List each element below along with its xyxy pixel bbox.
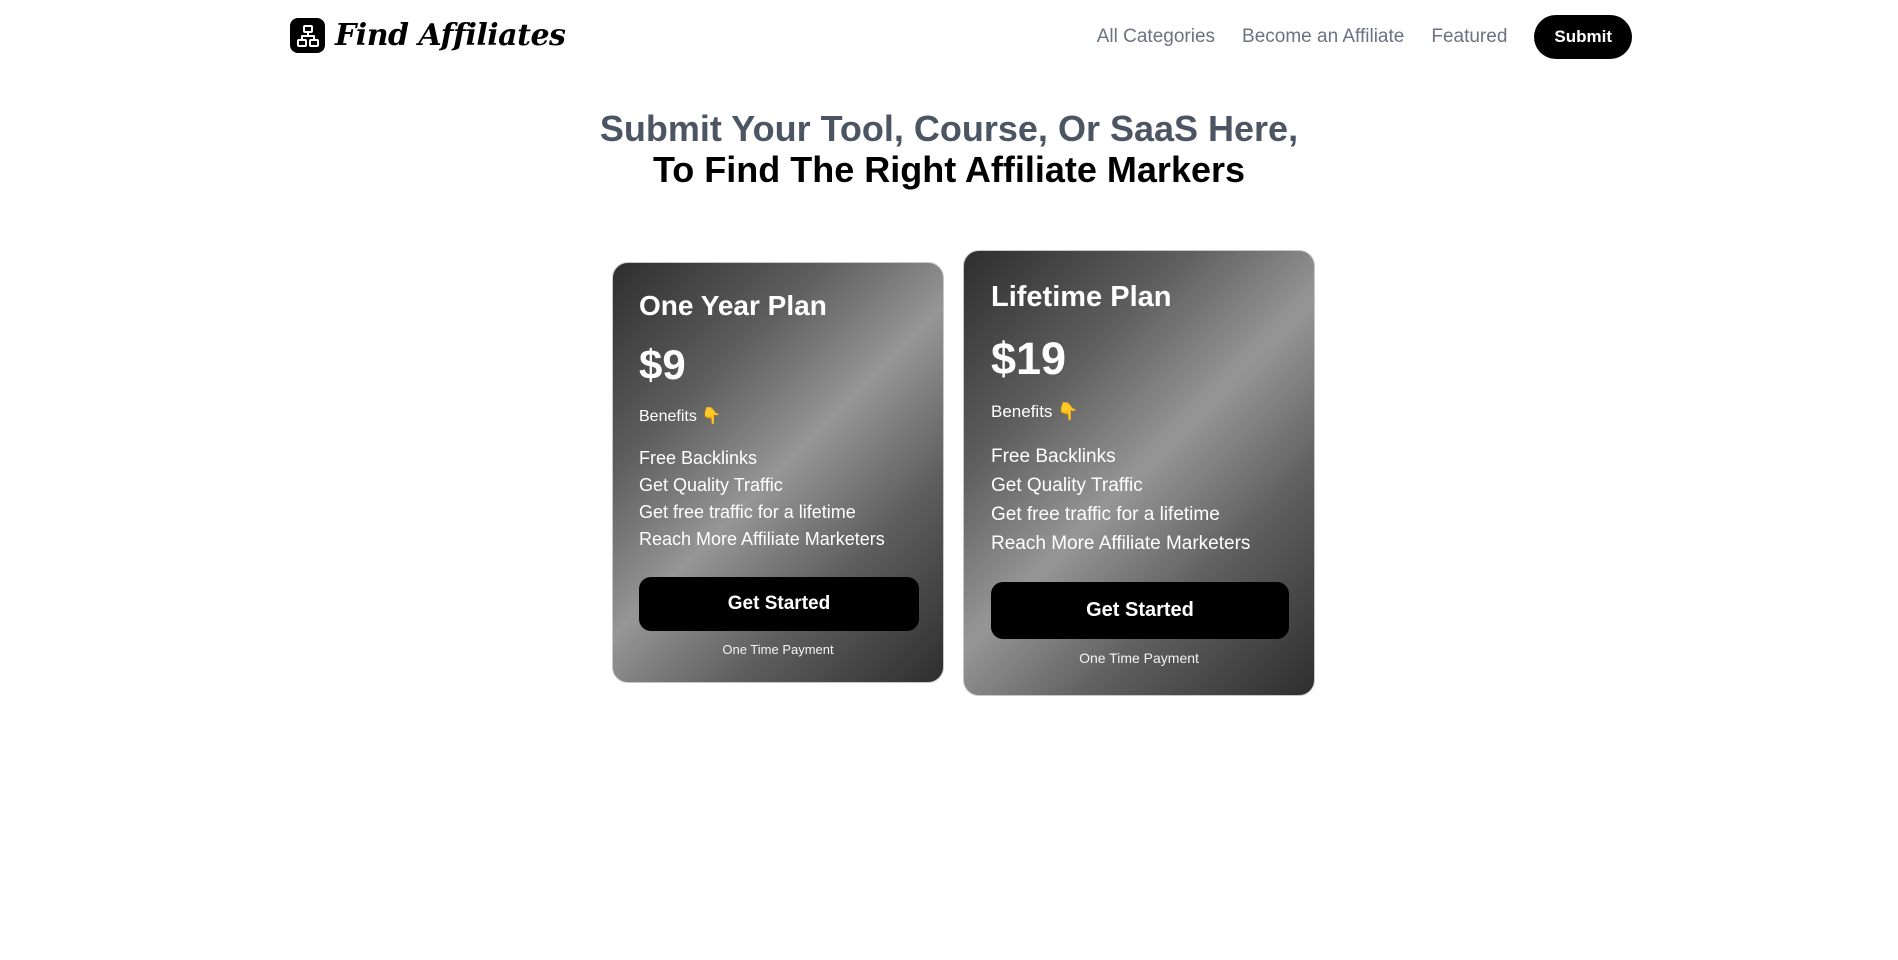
site-header: Find Affiliates All Categories Become an…: [0, 0, 1898, 72]
page-title-line2: To Find The Right Affiliate Markers: [652, 149, 1246, 190]
feature-list: Free Backlinks Get Quality Traffic Get f…: [639, 445, 885, 553]
feature-list: Free Backlinks Get Quality Traffic Get f…: [991, 442, 1250, 558]
logo-link[interactable]: Find Affiliates: [290, 18, 566, 53]
payment-note: One Time Payment: [1079, 650, 1199, 666]
feature-item: Reach More Affiliate Marketers: [639, 529, 885, 549]
plan-title: Lifetime Plan: [991, 281, 1172, 313]
feature-item: Reach More Affiliate Marketers: [991, 533, 1251, 554]
submit-button[interactable]: Submit: [1534, 15, 1632, 59]
sitemap-icon: [290, 18, 325, 53]
benefits-label: Benefits 👇: [991, 402, 1078, 422]
get-started-button[interactable]: Get Started: [639, 577, 919, 631]
feature-item: Free Backlinks: [639, 448, 758, 468]
benefits-text: Benefits: [639, 408, 697, 425]
feature-item: Get free traffic for a lifetime: [991, 504, 1220, 525]
plan-price: $19: [991, 333, 1067, 384]
get-started-button[interactable]: Get Started: [991, 582, 1289, 639]
plan-card-one-year: One Year Plan $9 Benefits 👇 Free Backlin…: [612, 262, 944, 683]
plan-title: One Year Plan: [639, 290, 827, 321]
nav-become-affiliate[interactable]: Become an Affiliate: [1242, 15, 1404, 59]
page-title: Submit Your Tool, Course, Or SaaS Here, …: [0, 108, 1898, 190]
feature-item: Get Quality Traffic: [991, 475, 1143, 496]
nav-all-categories[interactable]: All Categories: [1097, 15, 1215, 59]
pointing-down-icon: 👇: [701, 408, 722, 425]
pointing-down-icon: 👇: [1057, 402, 1079, 421]
page-title-line1: Submit Your Tool, Course, Or SaaS Here,: [599, 108, 1299, 149]
plan-price: $9: [639, 341, 686, 388]
benefits-label: Benefits 👇: [639, 406, 721, 426]
feature-item: Get free traffic for a lifetime: [639, 502, 856, 522]
plan-card-lifetime: Lifetime Plan $19 Benefits 👇 Free Backli…: [963, 250, 1315, 696]
main-nav: All Categories Become an Affiliate Featu…: [1097, 15, 1632, 59]
logo-text: Find Affiliates: [335, 18, 566, 53]
nav-featured[interactable]: Featured: [1431, 15, 1507, 59]
payment-note: One Time Payment: [722, 642, 834, 657]
feature-item: Get Quality Traffic: [639, 475, 783, 495]
benefits-text: Benefits: [991, 402, 1053, 421]
feature-item: Free Backlinks: [991, 446, 1116, 467]
